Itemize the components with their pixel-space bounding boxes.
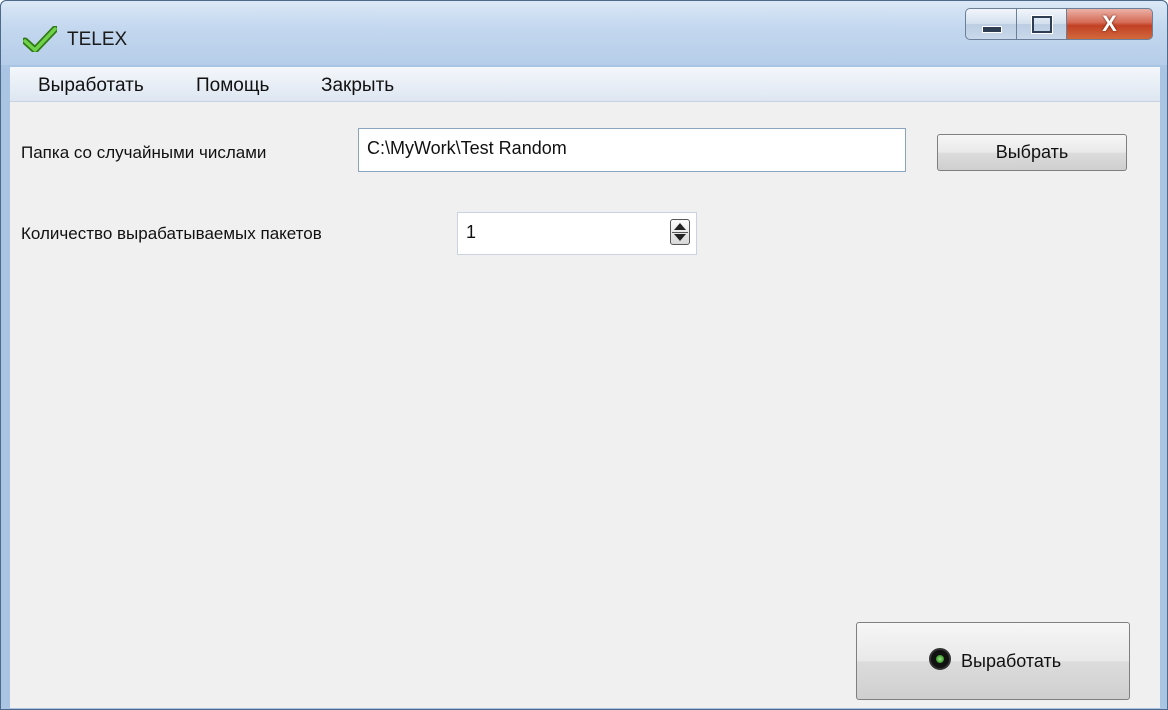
minimize-button[interactable] bbox=[965, 8, 1017, 40]
close-button[interactable]: X bbox=[1067, 8, 1153, 40]
spin-up-down-icon[interactable] bbox=[670, 219, 690, 245]
folder-path-input[interactable]: C:\MyWork\Test Random bbox=[358, 128, 906, 172]
app-window: TELEX X Выработать Помощь Закрыть Папка … bbox=[0, 0, 1168, 710]
menu-item-help[interactable]: Помощь bbox=[196, 75, 269, 97]
folder-label: Папка со случайными числами bbox=[21, 143, 267, 162]
menu-item-generate[interactable]: Выработать bbox=[38, 75, 144, 97]
generate-button-label: Выработать bbox=[961, 651, 1062, 671]
menu-bar: Выработать Помощь Закрыть bbox=[10, 67, 1160, 102]
spin-divider bbox=[672, 232, 688, 233]
generate-button[interactable]: Выработать bbox=[856, 622, 1130, 700]
packets-count-input[interactable]: 1 bbox=[457, 212, 697, 255]
client-area: Папка со случайными числами C:\MyWork\Te… bbox=[10, 102, 1160, 708]
spin-down-icon[interactable] bbox=[674, 234, 686, 241]
menu-item-close[interactable]: Закрыть bbox=[321, 75, 394, 97]
maximize-icon bbox=[1032, 16, 1052, 33]
packets-label: Количество вырабатываемых пакетов bbox=[21, 224, 322, 243]
title-bar[interactable]: TELEX X bbox=[1, 1, 1167, 65]
window-title: TELEX bbox=[67, 29, 128, 50]
folder-path-value: C:\MyWork\Test Random bbox=[367, 138, 567, 158]
status-led-icon bbox=[929, 648, 951, 670]
packets-count-value: 1 bbox=[466, 222, 477, 242]
minimize-icon bbox=[982, 26, 1002, 33]
close-icon: X bbox=[1102, 11, 1117, 36]
checkmark-icon bbox=[23, 26, 57, 52]
browse-button[interactable]: Выбрать bbox=[937, 134, 1127, 171]
spin-up-icon[interactable] bbox=[674, 223, 686, 230]
maximize-button[interactable] bbox=[1017, 8, 1067, 40]
